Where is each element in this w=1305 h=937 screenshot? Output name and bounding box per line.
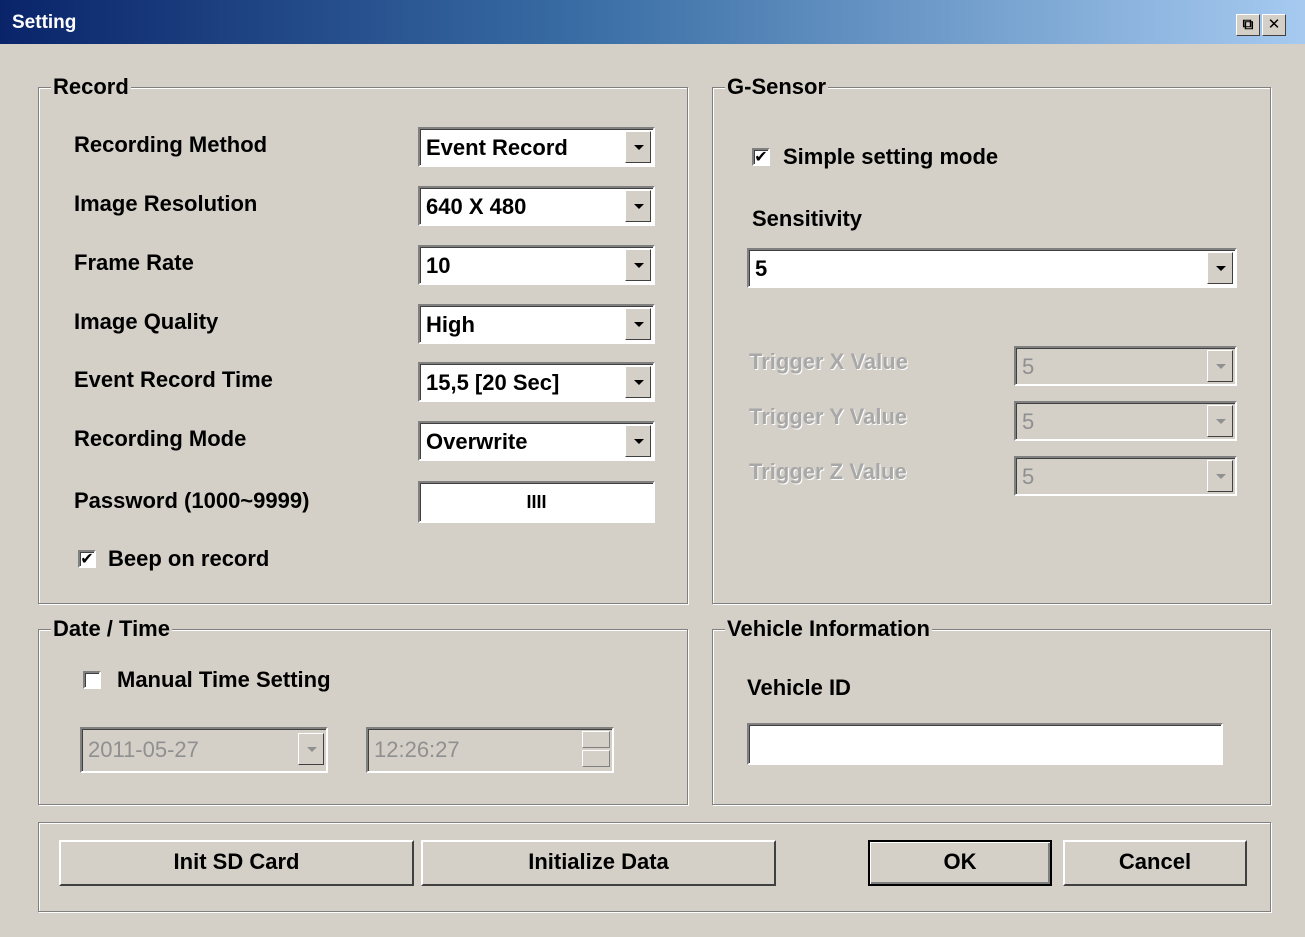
image-resolution-label: Image Resolution <box>74 191 258 216</box>
chevron-down-icon[interactable] <box>1207 350 1233 382</box>
image-resolution-combo[interactable]: 640 X 480 <box>418 186 655 226</box>
check-icon: ✔ <box>754 147 768 166</box>
vehicle-info-group-title: Vehicle Information <box>725 616 932 642</box>
recording-method-value: Event Record <box>426 135 568 160</box>
check-icon: ✔ <box>80 549 94 568</box>
datetime-group-title: Date / Time <box>51 616 172 642</box>
trigger-x-label: Trigger X Value <box>749 349 908 374</box>
event-record-time-label: Event Record Time <box>74 367 273 392</box>
spin-up-icon[interactable] <box>582 731 610 748</box>
beep-on-record-checkbox[interactable]: ✔ <box>78 550 96 568</box>
chevron-down-icon[interactable] <box>625 366 651 398</box>
frame-rate-combo[interactable]: 10 <box>418 245 655 285</box>
beep-on-record-label[interactable]: Beep on record <box>108 546 269 572</box>
sensitivity-value: 5 <box>755 256 768 281</box>
chevron-down-icon[interactable] <box>625 308 651 340</box>
trigger-y-combo[interactable]: 5 <box>1014 401 1237 441</box>
trigger-z-value: 5 <box>1022 464 1035 489</box>
simple-setting-mode-checkbox[interactable]: ✔ <box>752 148 770 166</box>
password-label: Password (1000~9999) <box>74 488 310 513</box>
trigger-x-combo[interactable]: 5 <box>1014 346 1237 386</box>
frame-rate-label: Frame Rate <box>74 250 194 275</box>
password-value: IIII <box>526 492 547 512</box>
event-record-time-value: 15,5 [20 Sec] <box>426 370 560 395</box>
window-title: Setting <box>12 12 77 33</box>
cancel-button[interactable]: Cancel <box>1063 840 1247 886</box>
date-value: 2011-05-27 <box>88 737 199 762</box>
event-record-time-combo[interactable]: 15,5 [20 Sec] <box>418 362 655 402</box>
sensitivity-combo[interactable]: 5 <box>747 248 1237 288</box>
chevron-down-icon[interactable] <box>625 249 651 281</box>
chevron-down-icon[interactable] <box>625 190 651 222</box>
chevron-down-icon[interactable] <box>1207 252 1233 284</box>
ok-button[interactable]: OK <box>868 840 1052 886</box>
manual-time-setting-checkbox[interactable] <box>83 671 101 689</box>
image-resolution-value: 640 X 480 <box>426 194 527 219</box>
password-field[interactable]: IIII <box>418 481 655 523</box>
chevron-down-icon[interactable] <box>625 425 651 457</box>
simple-setting-mode-label[interactable]: Simple setting mode <box>783 144 998 170</box>
image-quality-combo[interactable]: High <box>418 304 655 344</box>
initialize-data-button[interactable]: Initialize Data <box>421 840 776 886</box>
frame-rate-value: 10 <box>426 253 451 278</box>
time-picker[interactable]: 12:26:27 <box>366 727 614 773</box>
vehicle-id-label: Vehicle ID <box>747 675 851 700</box>
chevron-down-icon[interactable] <box>1207 460 1233 492</box>
trigger-x-value: 5 <box>1022 354 1035 379</box>
recording-mode-value: Overwrite <box>426 429 528 454</box>
chevron-down-icon[interactable] <box>625 131 651 163</box>
spin-down-icon[interactable] <box>582 750 610 767</box>
record-group-title: Record <box>51 74 131 100</box>
recording-method-label: Recording Method <box>74 132 268 157</box>
datetime-group: Date / Time <box>38 616 688 805</box>
trigger-y-label: Trigger Y Value <box>749 404 908 429</box>
recording-mode-label: Recording Mode <box>74 426 247 451</box>
title-bar: Setting ⧉ ✕ <box>0 0 1305 44</box>
image-quality-value: High <box>426 312 475 337</box>
sensitivity-label: Sensitivity <box>752 206 863 231</box>
vehicle-info-group: Vehicle Information <box>712 616 1271 805</box>
image-quality-label: Image Quality <box>74 309 219 334</box>
vehicle-id-input[interactable] <box>747 723 1223 765</box>
trigger-y-value: 5 <box>1022 409 1035 434</box>
gsensor-group-title: G-Sensor <box>725 74 829 100</box>
close-window-icon[interactable]: ✕ <box>1262 14 1286 36</box>
manual-time-setting-label[interactable]: Manual Time Setting <box>117 667 331 693</box>
init-sd-card-button[interactable]: Init SD Card <box>59 840 414 886</box>
trigger-z-combo[interactable]: 5 <box>1014 456 1237 496</box>
restore-window-icon[interactable]: ⧉ <box>1236 14 1260 36</box>
recording-mode-combo[interactable]: Overwrite <box>418 421 655 461</box>
recording-method-combo[interactable]: Event Record <box>418 127 655 167</box>
chevron-down-icon[interactable] <box>298 733 324 765</box>
time-value: 12:26:27 <box>374 737 460 762</box>
date-picker[interactable]: 2011-05-27 <box>80 727 328 773</box>
chevron-down-icon[interactable] <box>1207 405 1233 437</box>
trigger-z-label: Trigger Z Value <box>749 459 907 484</box>
